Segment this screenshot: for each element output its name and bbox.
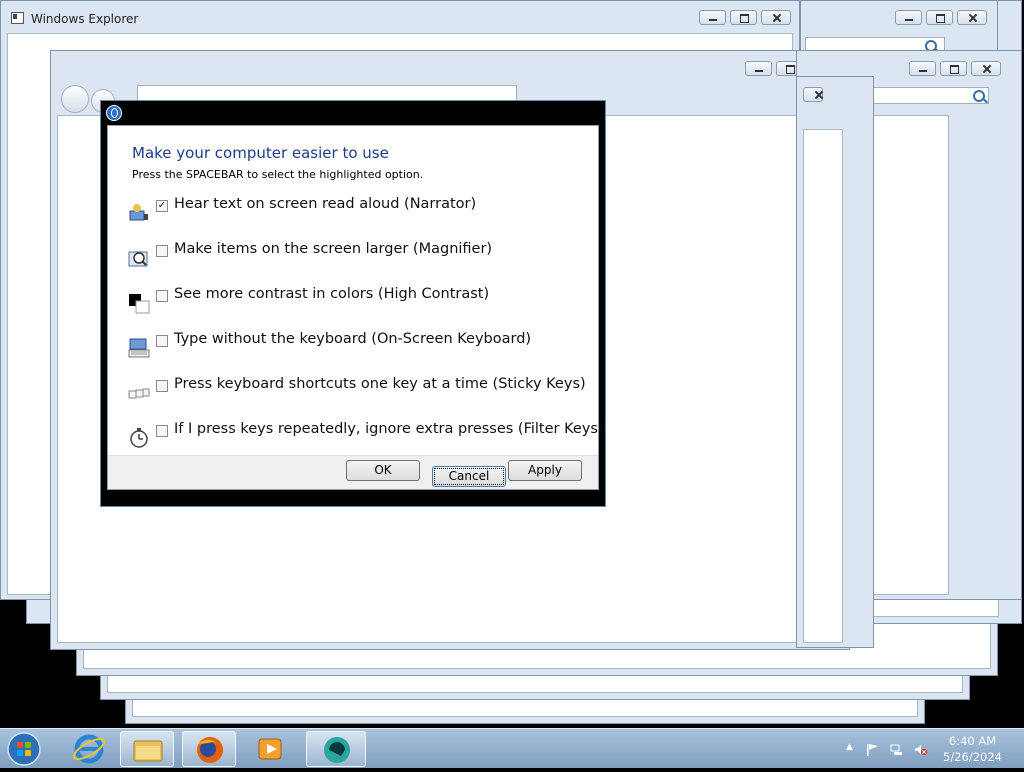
file-explorer-icon[interactable] [120, 731, 174, 767]
network-icon[interactable] [890, 743, 903, 756]
system-clock[interactable]: 6:40 AM 5/26/2024 [943, 733, 1002, 765]
ease-of-access-icon [106, 105, 122, 121]
volume-muted-icon[interactable] [914, 743, 927, 756]
back-button[interactable] [61, 85, 89, 113]
dialog-instruction: Press the SPACEBAR to select the highlig… [132, 168, 424, 181]
accessibility-option[interactable]: Type without the keyboard (On-Screen Key… [128, 331, 598, 365]
close-button[interactable] [957, 10, 987, 25]
dialog-content: Make your computer easier to use Press t… [107, 125, 604, 490]
option-label[interactable]: Hear text on screen read aloud (Narrator… [174, 196, 476, 212]
minimize-button[interactable] [895, 10, 922, 25]
clock-time: 6:40 AM [948, 734, 997, 748]
option-checkbox[interactable] [156, 335, 168, 347]
taskbar: ▲ 6:40 AM 5/26/2024 [0, 728, 1024, 768]
firefox-icon[interactable] [182, 731, 236, 767]
start-button[interactable] [4, 731, 48, 767]
on-screen-keyboard-icon [128, 337, 150, 359]
option-label[interactable]: Press keyboard shortcuts one key at a ti… [174, 376, 586, 392]
close-button[interactable] [761, 10, 791, 25]
option-checkbox[interactable]: ✓ [156, 200, 168, 212]
ok-button[interactable]: OK [346, 460, 420, 481]
maximize-button[interactable] [730, 10, 757, 25]
accessibility-option[interactable]: Make items on the screen larger (Magnifi… [128, 241, 598, 275]
narrator-icon [128, 202, 150, 224]
option-checkbox[interactable] [156, 290, 168, 302]
accessibility-option[interactable]: Press keyboard shortcuts one key at a ti… [128, 376, 598, 410]
minimize-button[interactable] [909, 61, 936, 76]
action-center-flag-icon[interactable] [866, 743, 879, 756]
option-label[interactable]: Type without the keyboard (On-Screen Key… [174, 331, 531, 347]
window-app-icon [11, 12, 24, 24]
dialog-heading: Make your computer easier to use [132, 144, 389, 162]
maximize-button[interactable] [926, 10, 953, 25]
ease-of-access-dialog: Make your computer easier to use Press t… [100, 100, 606, 507]
clock-date: 5/26/2024 [943, 750, 1002, 764]
accessibility-option[interactable]: If I press keys repeatedly, ignore extra… [128, 421, 604, 455]
apply-button[interactable]: Apply [508, 460, 582, 481]
filter-keys-icon [128, 427, 150, 449]
high-contrast-icon [128, 292, 150, 314]
accessibility-option[interactable]: ✓ Hear text on screen read aloud (Narrato… [128, 196, 598, 230]
windows-logo-icon [7, 732, 41, 766]
accessibility-option[interactable]: See more contrast in colors (High Contra… [128, 286, 598, 320]
option-label[interactable]: See more contrast in colors (High Contra… [174, 286, 489, 302]
sticky-keys-icon [128, 382, 150, 404]
small-window [796, 76, 874, 648]
close-button[interactable] [971, 61, 1001, 76]
window-title: Windows Explorer [31, 12, 139, 26]
option-checkbox[interactable] [156, 425, 168, 437]
option-label[interactable]: Make items on the screen larger (Magnifi… [174, 241, 492, 257]
cancel-button[interactable]: Cancel [432, 466, 506, 487]
minimize-button[interactable] [699, 10, 726, 25]
show-hidden-icons-icon[interactable]: ▲ [846, 742, 854, 752]
app-icon[interactable] [306, 731, 366, 767]
internet-explorer-icon[interactable] [62, 731, 116, 767]
window-client [803, 129, 843, 643]
option-label[interactable]: If I press keys repeatedly, ignore extra… [174, 421, 604, 437]
option-checkbox[interactable] [156, 245, 168, 257]
search-icon[interactable] [973, 90, 985, 102]
dialog-footer: OK Cancel Apply [108, 455, 598, 489]
minimize-button[interactable] [745, 61, 772, 76]
close-button[interactable] [803, 87, 823, 102]
maximize-button[interactable] [940, 61, 967, 76]
option-checkbox[interactable] [156, 380, 168, 392]
media-player-icon[interactable] [244, 731, 298, 767]
magnifier-icon [128, 247, 150, 269]
